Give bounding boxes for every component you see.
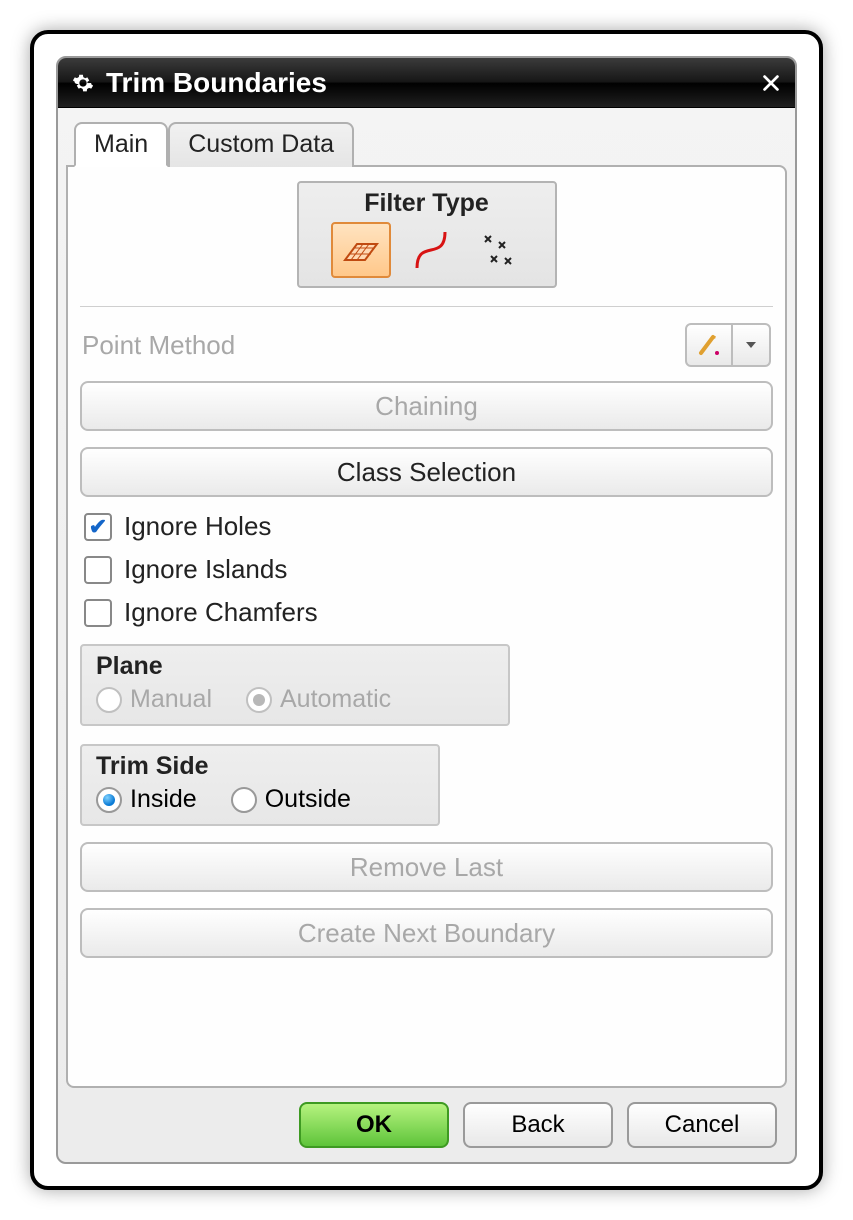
cancel-button[interactable]: Cancel xyxy=(627,1102,777,1148)
class-selection-button[interactable]: Class Selection xyxy=(80,447,773,497)
plane-title: Plane xyxy=(96,652,494,681)
ignore-islands-checkbox[interactable] xyxy=(84,556,112,584)
dialog-body: Main Custom Data Filter Type xyxy=(58,108,795,1162)
filter-type-label: Filter Type xyxy=(309,187,545,222)
trim-side-title: Trim Side xyxy=(96,752,424,781)
plane-automatic-radio: Automatic xyxy=(246,685,391,714)
ignore-holes-label: Ignore Holes xyxy=(124,511,271,542)
plane-automatic-label: Automatic xyxy=(280,685,391,714)
point-method-buttons xyxy=(685,323,771,367)
remove-last-button[interactable]: Remove Last xyxy=(80,842,773,892)
tab-content-main: Filter Type xyxy=(66,165,787,1088)
point-method-row: Point Method xyxy=(82,323,771,367)
ignore-islands-row: Ignore Islands xyxy=(84,554,769,585)
point-method-infer-icon[interactable] xyxy=(685,323,733,367)
ignore-holes-row: Ignore Holes xyxy=(84,511,769,542)
back-button[interactable]: Back xyxy=(463,1102,613,1148)
radio-dot-icon xyxy=(96,687,122,713)
dialog-title: Trim Boundaries xyxy=(106,67,757,99)
ignore-islands-label: Ignore Islands xyxy=(124,554,287,585)
filter-curve-icon[interactable] xyxy=(405,222,457,278)
trim-side-outside-radio[interactable]: Outside xyxy=(231,785,351,814)
trim-side-outside-label: Outside xyxy=(265,785,351,814)
frame: Trim Boundaries Main Custom Data Filter … xyxy=(30,30,823,1190)
chaining-button[interactable]: Chaining xyxy=(80,381,773,431)
ignore-chamfers-label: Ignore Chamfers xyxy=(124,597,318,628)
trim-side-inside-radio[interactable]: Inside xyxy=(96,785,197,814)
ok-button[interactable]: OK xyxy=(299,1102,449,1148)
trim-side-group: Trim Side Inside Outside xyxy=(80,744,440,826)
ignore-chamfers-checkbox[interactable] xyxy=(84,599,112,627)
divider xyxy=(80,306,773,307)
ignore-holes-checkbox[interactable] xyxy=(84,513,112,541)
footer: OK Back Cancel xyxy=(66,1088,787,1162)
filter-type-group: Filter Type xyxy=(297,181,557,288)
point-method-label: Point Method xyxy=(82,330,235,361)
plane-group: Plane Manual Automatic xyxy=(80,644,510,726)
trim-side-inside-label: Inside xyxy=(130,785,197,814)
point-method-dropdown-icon[interactable] xyxy=(733,323,771,367)
plane-manual-radio: Manual xyxy=(96,685,212,714)
radio-dot-icon xyxy=(231,787,257,813)
tab-row: Main Custom Data xyxy=(74,120,787,165)
tab-main[interactable]: Main xyxy=(74,122,168,167)
create-next-boundary-button[interactable]: Create Next Boundary xyxy=(80,908,773,958)
radio-dot-icon xyxy=(96,787,122,813)
ignore-chamfers-row: Ignore Chamfers xyxy=(84,597,769,628)
gear-icon[interactable] xyxy=(70,70,96,96)
close-icon[interactable] xyxy=(757,69,785,97)
filter-type-icons xyxy=(309,222,545,278)
titlebar: Trim Boundaries xyxy=(58,58,795,108)
filter-surface-icon[interactable] xyxy=(331,222,391,278)
plane-manual-label: Manual xyxy=(130,685,212,714)
radio-dot-icon xyxy=(246,687,272,713)
filter-points-icon[interactable] xyxy=(471,222,523,278)
tab-custom-data[interactable]: Custom Data xyxy=(168,122,354,167)
dialog: Trim Boundaries Main Custom Data Filter … xyxy=(56,56,797,1164)
